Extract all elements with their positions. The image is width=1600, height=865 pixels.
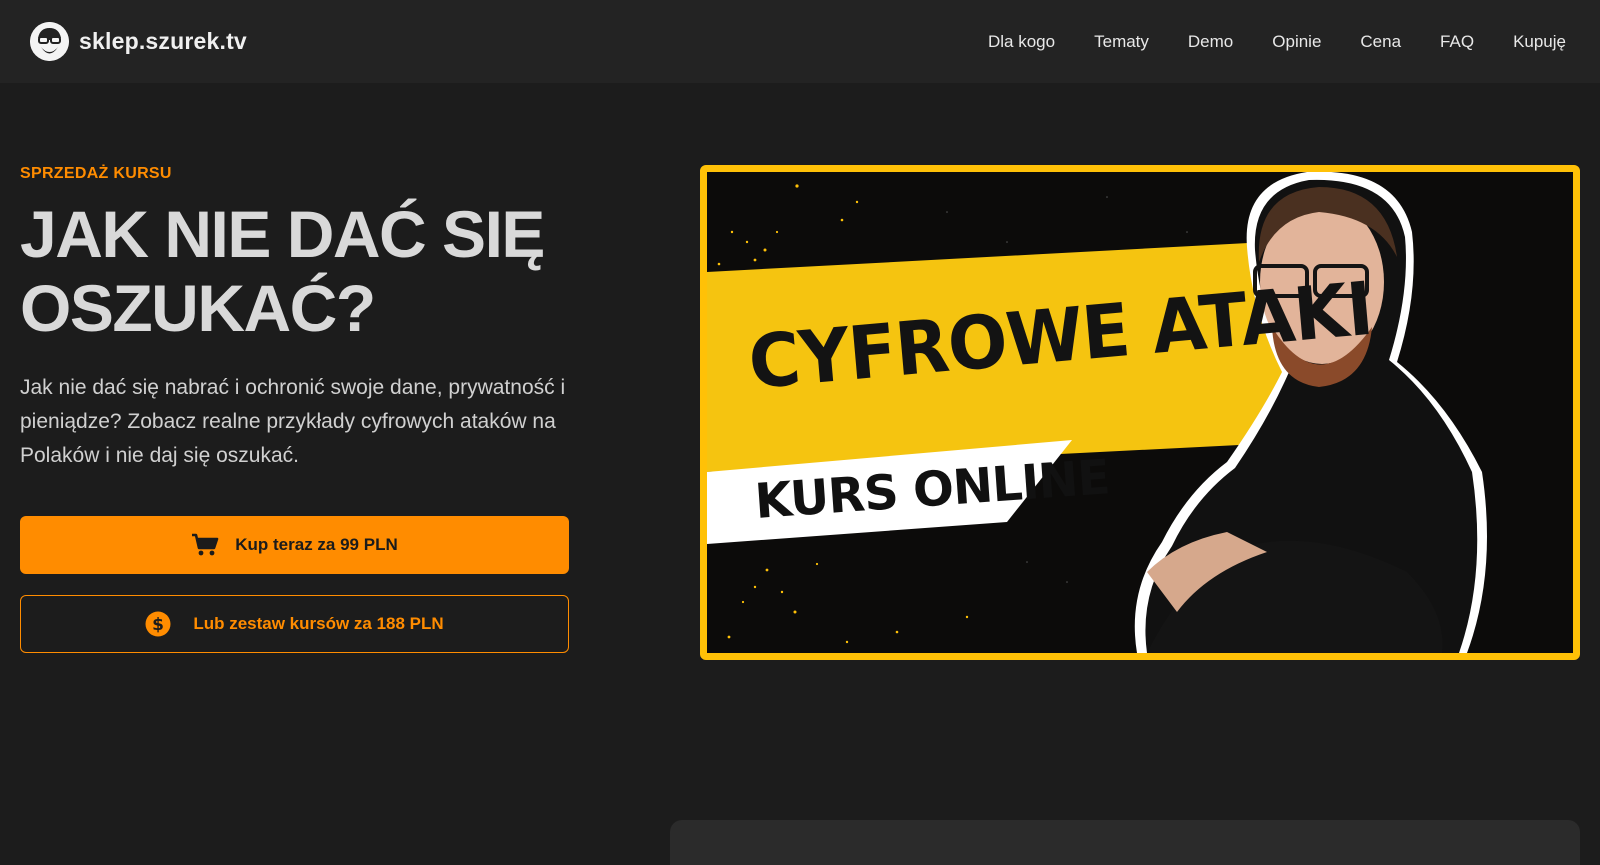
buy-now-button[interactable]: Kup teraz za 99 PLN: [20, 516, 569, 574]
hero-title: JAK NIE DAĆ SIĘ OSZUKAĆ?: [20, 197, 580, 345]
brand-link[interactable]: sklep.szurek.tv: [30, 22, 247, 61]
buy-now-label: Kup teraz za 99 PLN: [235, 535, 398, 554]
hero-lead: Jak nie dać się nabrać i ochronić swoje …: [20, 376, 566, 467]
nav-item-opinie[interactable]: Opinie: [1272, 32, 1321, 52]
nav-item-kupuje[interactable]: Kupuję: [1513, 32, 1566, 52]
hero-section: SPRZEDAŻ KURSU JAK NIE DAĆ SIĘ OSZUKAĆ? …: [20, 165, 580, 473]
main-nav: Dla kogo Tematy Demo Opinie Cena FAQ Kup…: [949, 0, 1566, 83]
next-section-card: [670, 820, 1580, 865]
nav-item-faq[interactable]: FAQ: [1440, 32, 1474, 52]
bundle-button[interactable]: $ Lub zestaw kursów za 188 PLN: [20, 595, 569, 653]
thumbnail-artwork: [707, 172, 1573, 653]
hero-title-line1: JAK NIE DAĆ SIĘ: [20, 197, 545, 271]
dollar-coin-icon: $: [145, 611, 171, 637]
top-navigation-bar: sklep.szurek.tv Dla kogo Tematy Demo Opi…: [0, 0, 1600, 83]
nav-item-cena[interactable]: Cena: [1360, 32, 1401, 52]
brand-name: sklep.szurek.tv: [79, 28, 247, 54]
glasses-face-icon: [30, 22, 69, 61]
nav-item-dla-kogo[interactable]: Dla kogo: [988, 32, 1055, 52]
hero-title-line2: OSZUKAĆ?: [20, 271, 376, 345]
svg-text:$: $: [152, 615, 164, 635]
cart-icon: [191, 533, 219, 557]
hero-eyebrow: SPRZEDAŻ KURSU: [20, 165, 172, 182]
nav-item-demo[interactable]: Demo: [1188, 32, 1233, 52]
bundle-label: Lub zestaw kursów za 188 PLN: [193, 614, 444, 633]
nav-item-tematy[interactable]: Tematy: [1094, 32, 1149, 52]
course-thumbnail[interactable]: CYFROWE ATAKI KURS ONLINE: [700, 165, 1580, 660]
